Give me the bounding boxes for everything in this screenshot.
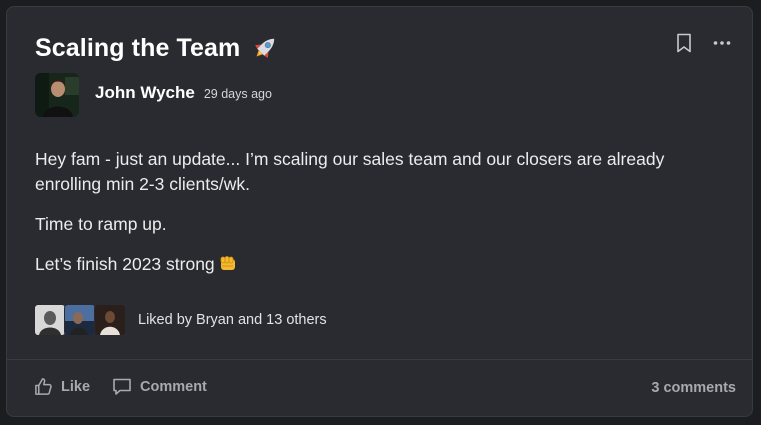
top-actions (672, 31, 734, 55)
author-row: John Wyche 29 days ago (35, 73, 272, 117)
divider (7, 359, 752, 360)
post-paragraph: Hey fam - just an update... I’m scaling … (35, 149, 665, 194)
author-name[interactable]: John Wyche (95, 83, 195, 103)
likes-row: Liked by Bryan and 13 others (34, 304, 327, 336)
thumbs-up-icon (35, 378, 52, 395)
liker-avatar (64, 304, 96, 336)
more-options-button[interactable] (710, 31, 734, 55)
comments-count-link[interactable]: 3 comments (651, 380, 736, 396)
bookmark-button[interactable] (672, 31, 696, 55)
comment-label: Comment (140, 378, 207, 395)
like-button[interactable]: Like (34, 377, 90, 396)
likes-summary[interactable]: Liked by Bryan and 13 others (138, 312, 327, 328)
comment-button[interactable]: Comment (112, 377, 207, 396)
rocket-emoji-icon (250, 33, 280, 63)
bookmark-icon (677, 33, 691, 53)
like-label: Like (61, 378, 91, 395)
author-meta: John Wyche 29 days ago (95, 83, 272, 103)
post-paragraph-text: Let’s finish 2023 strong (35, 254, 215, 274)
post-paragraph: Time to ramp up. (35, 214, 167, 234)
author-avatar[interactable] (35, 73, 79, 117)
fist-bump-emoji-icon (218, 255, 238, 273)
post-body: Hey fam - just an update... I’m scaling … (35, 147, 725, 292)
liker-avatar (94, 304, 126, 336)
post-card: Scaling the Team John Wyche 29 days ago … (6, 6, 753, 417)
liker-avatars[interactable] (34, 304, 126, 336)
post-paragraph-last: Let’s finish 2023 strong (35, 252, 725, 277)
post-timestamp: 29 days ago (203, 87, 272, 101)
more-dots-icon (713, 41, 731, 45)
post-title-row: Scaling the Team (35, 33, 280, 63)
post-title: Scaling the Team (35, 33, 241, 62)
liker-avatar (34, 304, 66, 336)
comment-bubble-icon (113, 378, 131, 395)
post-actions: Like Comment (34, 377, 207, 396)
